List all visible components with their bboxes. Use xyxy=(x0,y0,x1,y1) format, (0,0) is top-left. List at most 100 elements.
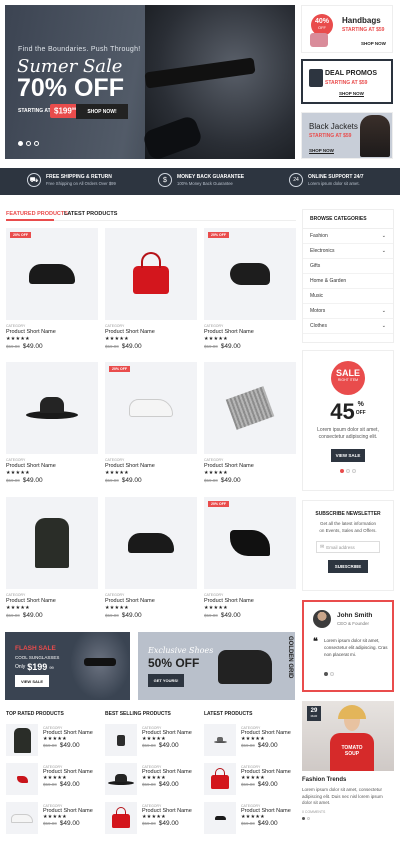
banner-shop-link[interactable]: SHOP NOW xyxy=(361,41,386,46)
product-name[interactable]: Product Short Name xyxy=(105,463,197,469)
product-thumbnail[interactable] xyxy=(105,763,137,795)
product-image[interactable] xyxy=(6,497,98,589)
sale-dot[interactable] xyxy=(352,469,356,473)
category-item[interactable]: Electronics ⌄ xyxy=(303,244,393,259)
product-name[interactable]: Product Short Name xyxy=(204,329,296,335)
product-thumbnail[interactable] xyxy=(6,724,38,756)
product-category[interactable]: CATEGORY xyxy=(6,458,98,462)
product-name[interactable]: Product Short Name xyxy=(6,598,98,604)
product-image[interactable] xyxy=(6,362,98,454)
product-card[interactable]: CATEGORY Product Short Name ★★★★★ $59.00… xyxy=(6,362,98,484)
product-thumbnail[interactable] xyxy=(6,802,38,834)
deal-promos-banner[interactable]: DEAL PROMOS STARTING AT $59 SHOP NOW xyxy=(301,59,393,104)
product-card[interactable]: CATEGORY Product Short Name ★★★★★ $59.00… xyxy=(204,362,296,484)
sale-pagination[interactable] xyxy=(303,469,393,473)
get-yours-button[interactable]: GET YOURS! xyxy=(148,674,184,687)
product-category[interactable]: CATEGORY xyxy=(105,324,197,328)
category-item[interactable]: Home & Garden xyxy=(303,274,393,289)
hero-dot[interactable] xyxy=(18,141,23,146)
black-jackets-banner[interactable]: Black Jackets STARTING AT $59 SHOP NOW xyxy=(301,112,393,159)
view-sale-button[interactable]: VIEW SALE xyxy=(331,449,365,462)
product-category[interactable]: CATEGORY xyxy=(6,593,98,597)
product-card[interactable]: CATEGORY Product Short Name ★★★★★ $59.00… xyxy=(6,497,98,619)
product-name[interactable]: Product Short Name xyxy=(105,329,197,335)
sale-dot[interactable] xyxy=(340,469,344,473)
category-item[interactable]: Music xyxy=(303,289,393,304)
list-item[interactable]: CATEGORY Product Short Name ★★★★★ $59.00… xyxy=(105,802,195,837)
category-item[interactable]: Motors ⌄ xyxy=(303,304,393,319)
product-thumbnail[interactable] xyxy=(105,802,137,834)
product-name[interactable]: Product Short Name xyxy=(204,463,296,469)
list-item[interactable]: CATEGORY Product Short Name ★★★★★ $59.00… xyxy=(204,763,294,798)
product-card[interactable]: 20% OFF CATEGORY Product Short Name ★★★★… xyxy=(204,497,296,619)
handbags-banner[interactable]: 40% OFF Handbags STARTING AT $59 SHOP NO… xyxy=(301,5,393,53)
list-item[interactable]: CATEGORY Product Short Name ★★★★★ $59.00… xyxy=(6,802,96,837)
blog-title[interactable]: Fashion Trends xyxy=(302,777,394,783)
product-image[interactable] xyxy=(204,362,296,454)
chevron-down-icon[interactable]: ⌄ xyxy=(382,248,386,254)
column-title: LATEST PRODUCTS xyxy=(204,711,253,717)
list-item[interactable]: CATEGORY Product Short Name ★★★★★ $59.00… xyxy=(105,724,195,759)
blog-dot[interactable] xyxy=(302,816,305,820)
blog-image[interactable]: TOMATO SOUP 29 MAR xyxy=(302,701,394,771)
banner-shop-link[interactable]: SHOP NOW xyxy=(309,148,334,154)
list-item[interactable]: CATEGORY Product Short Name ★★★★★ $59.00… xyxy=(6,763,96,798)
product-card[interactable]: 20% OFF CATEGORY Product Short Name ★★★★… xyxy=(204,228,296,350)
product-image[interactable]: 20% OFF xyxy=(204,497,296,589)
hero-dot[interactable] xyxy=(34,141,39,146)
testimonial-dot[interactable] xyxy=(324,672,328,676)
subscribe-button[interactable]: SUBSCRIBE xyxy=(328,560,368,573)
email-field[interactable]: ✉ Email address xyxy=(316,541,380,553)
product-category[interactable]: CATEGORY xyxy=(6,324,98,328)
product-name[interactable]: Product Short Name xyxy=(6,329,98,335)
product-thumbnail[interactable] xyxy=(204,724,236,756)
product-thumbnail[interactable] xyxy=(105,724,137,756)
chevron-down-icon[interactable]: ⌄ xyxy=(382,233,386,239)
product-thumbnail[interactable] xyxy=(204,802,236,834)
product-thumbnail[interactable] xyxy=(204,763,236,795)
hero-pagination[interactable] xyxy=(18,141,39,146)
product-image[interactable] xyxy=(105,497,197,589)
list-item[interactable]: CATEGORY Product Short Name ★★★★★ $59.00… xyxy=(6,724,96,759)
product-card[interactable]: CATEGORY Product Short Name ★★★★★ $59.00… xyxy=(105,497,197,619)
exclusive-shoes-banner[interactable]: Exclusive Shoes 50% OFF GET YOURS! GOLDE… xyxy=(138,632,295,700)
chevron-down-icon[interactable]: ⌄ xyxy=(382,323,386,329)
product-category[interactable]: CATEGORY xyxy=(105,593,197,597)
product-card[interactable]: 20% OFF CATEGORY Product Short Name ★★★★… xyxy=(6,228,98,350)
product-name[interactable]: Product Short Name xyxy=(6,463,98,469)
category-item[interactable]: Fashion ⌄ xyxy=(303,229,393,244)
list-item[interactable]: CATEGORY Product Short Name ★★★★★ $59.00… xyxy=(105,763,195,798)
loafer-image xyxy=(214,815,226,821)
category-item[interactable]: Clothes ⌄ xyxy=(303,319,393,334)
hero-dot[interactable] xyxy=(26,141,31,146)
product-thumbnail[interactable] xyxy=(6,763,38,795)
product-image[interactable] xyxy=(105,228,197,320)
category-item[interactable]: Gifts xyxy=(303,259,393,274)
sale-dot[interactable] xyxy=(346,469,350,473)
product-name[interactable]: Product Short Name xyxy=(105,598,197,604)
product-category[interactable]: CATEGORY xyxy=(105,458,197,462)
product-category[interactable]: CATEGORY xyxy=(204,324,296,328)
product-image[interactable]: 20% OFF xyxy=(6,228,98,320)
blog-comments[interactable]: 0 COMMENTS xyxy=(302,810,394,814)
product-card[interactable]: CATEGORY Product Short Name ★★★★★ $59.00… xyxy=(105,228,197,350)
product-category[interactable]: CATEGORY xyxy=(204,458,296,462)
tab-featured-products[interactable]: FEATURED PRODUCTS xyxy=(6,211,68,217)
flash-sale-banner[interactable]: FLASH SALE COOL SUNGLASSES Only $199 99 VI… xyxy=(5,632,130,700)
product-image[interactable]: 20% OFF xyxy=(204,228,296,320)
hero-shop-now-button[interactable]: SHOP NOW! xyxy=(76,104,128,119)
product-category[interactable]: CATEGORY xyxy=(204,593,296,597)
list-item[interactable]: CATEGORY Product Short Name ★★★★★ $59.00… xyxy=(204,724,294,759)
list-item[interactable]: CATEGORY Product Short Name ★★★★★ $59.00… xyxy=(204,802,294,837)
blog-pagination[interactable] xyxy=(302,816,394,820)
testimonial-pagination[interactable] xyxy=(324,672,334,676)
product-name[interactable]: Product Short Name xyxy=(204,598,296,604)
view-sale-button[interactable]: VIEW SALE xyxy=(15,675,49,687)
chevron-down-icon[interactable]: ⌄ xyxy=(382,308,386,314)
testimonial-dot[interactable] xyxy=(330,672,334,676)
tab-latest-products[interactable]: LATEST PRODUCTS xyxy=(64,211,117,217)
banner-shop-link[interactable]: SHOP NOW xyxy=(339,91,364,97)
blog-dot[interactable] xyxy=(307,816,310,820)
product-card[interactable]: 20% OFF CATEGORY Product Short Name ★★★★… xyxy=(105,362,197,484)
product-image[interactable]: 20% OFF xyxy=(105,362,197,454)
